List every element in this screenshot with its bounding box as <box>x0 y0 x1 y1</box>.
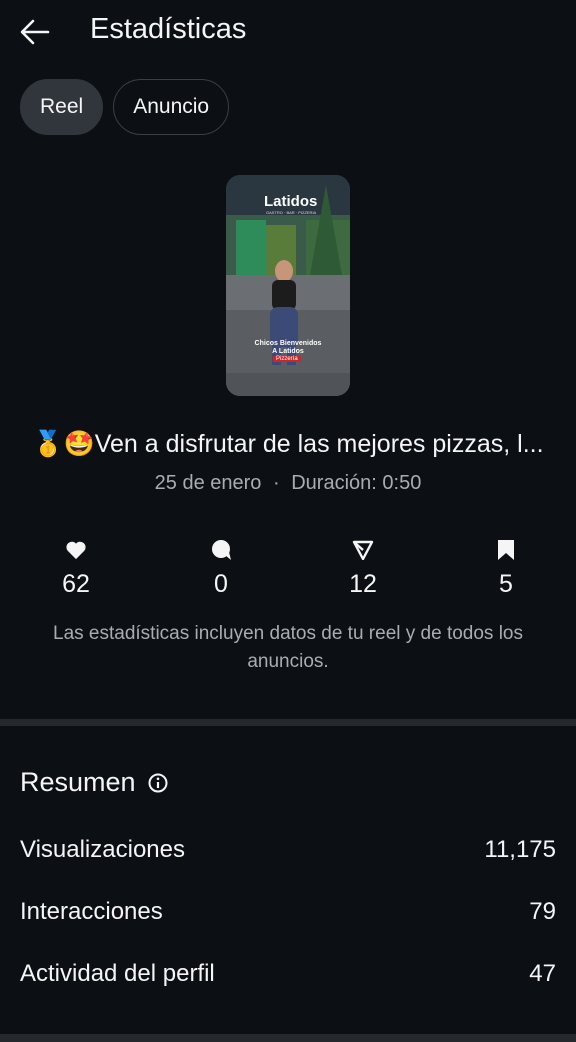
comment-icon <box>212 540 231 560</box>
summary-header: Resumen <box>20 767 168 798</box>
shares-count: 12 <box>349 570 377 598</box>
bottom-divider <box>0 1034 576 1042</box>
thumbnail-overlay-line2: A Latidos <box>272 348 304 355</box>
info-icon <box>148 773 168 792</box>
row-label: Actividad del perfil <box>20 960 215 987</box>
shares-stat: 12 <box>313 538 413 599</box>
likes-count: 62 <box>62 570 90 598</box>
row-value: 79 <box>529 898 556 925</box>
row-value: 47 <box>529 960 556 987</box>
comments-count: 0 <box>214 570 228 598</box>
row-value: 11,175 <box>484 836 556 863</box>
tab-reel[interactable]: Reel <box>20 79 104 135</box>
thumbnail-overlay-line1: Chicos Bienvenidos <box>254 340 322 347</box>
stats-row: 62 0 12 5 <box>0 538 576 608</box>
info-button[interactable] <box>148 773 168 793</box>
post-caption: 🥇🤩Ven a disfrutar de las mejores pizzas,… <box>32 430 544 458</box>
send-icon <box>352 540 374 560</box>
thumbnail-brand-sub: GASTRO · BAR · PIZZERIA <box>266 210 317 215</box>
meta-separator: · <box>273 472 280 494</box>
post-duration: Duración: 0:50 <box>291 472 422 494</box>
heart-icon <box>66 541 86 560</box>
summary-row-actividad-perfil[interactable]: Actividad del perfil 47 <box>20 960 556 988</box>
tab-bar: Reel Anuncio <box>20 79 230 135</box>
saves-count: 5 <box>499 570 513 598</box>
summary-title: Resumen <box>20 767 136 797</box>
thumbnail-overlay-tag: Pizzería <box>273 356 301 362</box>
tab-anuncio[interactable]: Anuncio <box>113 79 230 135</box>
page-title: Estadísticas <box>90 13 247 45</box>
saves-stat: 5 <box>456 538 556 599</box>
post-date: 25 de enero <box>154 472 262 494</box>
likes-stat: 62 <box>26 538 126 599</box>
header: Estadísticas <box>0 0 576 64</box>
stats-note: Las estadísticas incluyen datos de tu re… <box>53 623 523 672</box>
arrow-left-icon <box>20 19 50 45</box>
thumbnail-brand: Latidos <box>264 193 318 210</box>
section-divider <box>0 719 576 726</box>
reel-thumbnail[interactable]: Latidos GASTRO · BAR · PIZZERIA Chicos B… <box>226 175 350 396</box>
back-button[interactable] <box>18 16 52 48</box>
row-label: Visualizaciones <box>20 836 185 863</box>
bookmark-icon <box>498 540 514 560</box>
post-meta: 25 de enero · Duración: 0:50 <box>0 472 576 495</box>
row-label: Interacciones <box>20 898 163 925</box>
summary-row-visualizaciones[interactable]: Visualizaciones 11,175 <box>20 836 556 864</box>
comments-stat: 0 <box>171 538 271 599</box>
summary-row-interacciones[interactable]: Interacciones 79 <box>20 898 556 926</box>
